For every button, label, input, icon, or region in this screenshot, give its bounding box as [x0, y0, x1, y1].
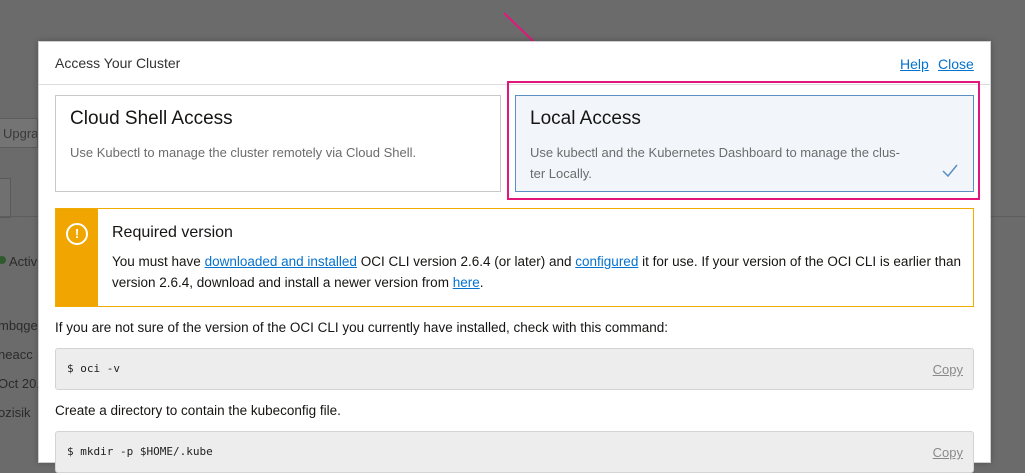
copy-button[interactable]: Copy [933, 445, 963, 460]
annotation-highlight-box [507, 81, 980, 200]
dialog-header: Access Your Cluster Help Close [39, 42, 990, 85]
background-text: Oct 20, [0, 376, 40, 391]
background-text: neacc [0, 347, 33, 362]
warning-text: You must have downloaded and installed O… [112, 251, 964, 293]
configured-link[interactable]: configured [575, 254, 638, 269]
background-text: mbqge [0, 318, 38, 333]
background-text: ozisik [0, 405, 31, 420]
cloud-shell-access-option[interactable]: Cloud Shell Access Use Kubectl to manage… [55, 95, 501, 192]
check-version-text: If you are not sure of the version of th… [55, 320, 669, 335]
create-directory-text: Create a directory to contain the kubeco… [55, 403, 341, 418]
upgrade-button: Upgrad [0, 118, 38, 148]
warning-title: Required version [112, 224, 233, 241]
warning-text-part: OCI CLI version 2.6.4 (or later) and [356, 254, 576, 269]
copy-button[interactable]: Copy [933, 362, 963, 377]
required-version-warning: ! Required version You must have downloa… [55, 208, 974, 307]
dialog-title: Access Your Cluster [55, 55, 181, 71]
warning-text-part: . [479, 275, 484, 290]
close-link[interactable]: Close [938, 56, 974, 72]
warning-text-part: You must have [112, 254, 205, 269]
code-command: $ oci -v [67, 362, 120, 375]
warning-bar: ! [56, 209, 98, 306]
background-tab [0, 178, 11, 218]
code-block: $ oci -v Copy [55, 348, 974, 390]
option-description: Use Kubectl to manage the cluster remote… [70, 145, 417, 160]
downloaded-and-installed-link[interactable]: downloaded and installed [205, 254, 357, 269]
status-dot-icon [0, 256, 6, 264]
option-title: Cloud Shell Access [70, 108, 233, 129]
warning-icon: ! [66, 223, 88, 245]
here-link[interactable]: here [453, 275, 480, 290]
upgrade-button-label: Upgrad [3, 126, 38, 141]
code-block: $ mkdir -p $HOME/.kube Copy [55, 431, 974, 473]
help-link[interactable]: Help [900, 56, 929, 72]
background-status-text: Activ [9, 254, 38, 269]
code-command: $ mkdir -p $HOME/.kube [67, 445, 213, 458]
